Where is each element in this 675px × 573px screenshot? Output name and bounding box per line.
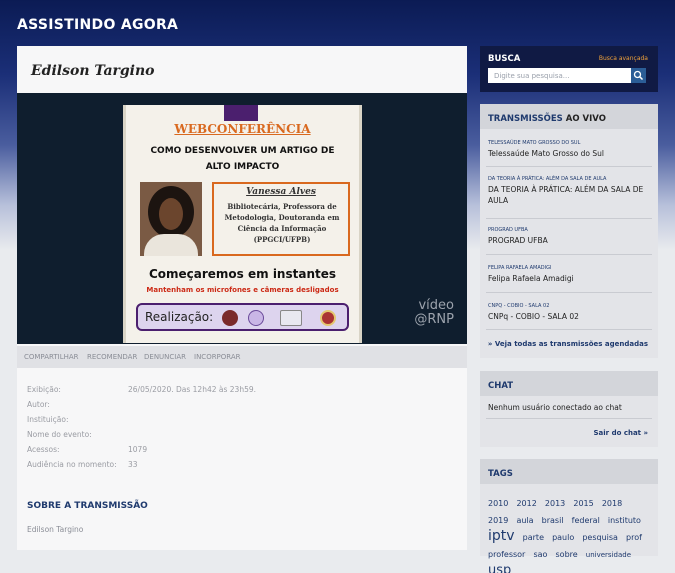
slide-tab — [224, 105, 258, 121]
transmission-channel: PROGRAD UFBA — [488, 227, 528, 233]
tags-panel: TAGS 2010 2012 2013 2015 2018 2019 aula … — [480, 459, 658, 573]
transmission-title[interactable]: CNPq - COBIO - SALA 02 — [488, 311, 653, 322]
detail-value: 26/05/2020. Das 12h42 às 23h59. — [128, 385, 256, 394]
tag-link[interactable]: instituto — [608, 516, 641, 525]
speaker-box: Vanessa Alves Bibliotecária, Professora … — [212, 182, 350, 256]
live-transmissions-panel: TRANSMISSÕES AO VIVO TELESSAÚDE MATO GRO… — [480, 104, 658, 358]
tag-link[interactable]: 2013 — [545, 499, 565, 508]
transmission-item[interactable]: PROGRAD UFBA PROGRAD UFBA — [488, 226, 653, 246]
chat-status: Nenhum usuário conectado ao chat — [488, 403, 622, 412]
detail-label: Acessos: — [27, 445, 60, 454]
divider — [486, 418, 652, 419]
tag-link[interactable]: aula — [516, 516, 533, 525]
tag-link[interactable]: usp — [488, 563, 511, 573]
transmission-title[interactable]: Telessaúde Mato Grosso do Sul — [488, 148, 653, 159]
tag-link[interactable]: 2019 — [488, 516, 508, 525]
ppgci-logo-icon — [248, 310, 264, 326]
chat-panel: CHAT Nenhum usuário conectado ao chat Sa… — [480, 371, 658, 447]
advanced-search-link[interactable]: Busca avançada — [599, 55, 648, 62]
tags-heading: TAGS — [480, 459, 658, 484]
video-title: Edilson Targino — [31, 63, 155, 79]
slide-start-text: Começaremos em instantes — [148, 267, 337, 281]
transmission-item[interactable]: CNPQ - COBIO - SALA 02 CNPq - COBIO - SA… — [488, 302, 653, 322]
tag-link[interactable]: federal — [572, 516, 600, 525]
exit-chat-link[interactable]: Sair do chat » — [594, 429, 648, 437]
video-slide: WEBCONFERÊNCIA COMO DESENVOLVER UM ARTIG… — [123, 105, 362, 343]
tag-link[interactable]: sao — [533, 550, 547, 559]
tag-link[interactable]: sobre — [556, 550, 578, 559]
transmission-channel: CNPQ - COBIO - SALA 02 — [488, 303, 550, 309]
search-heading: BUSCA — [488, 54, 521, 64]
divider — [486, 166, 652, 167]
video-player[interactable]: WEBCONFERÊNCIA COMO DESENVOLVER UM ARTIG… — [17, 93, 467, 344]
slide-webconf: WEBCONFERÊNCIA — [174, 122, 311, 136]
transmission-title[interactable]: PROGRAD UFBA — [488, 235, 653, 246]
detail-value: 33 — [128, 460, 138, 469]
speaker-photo — [140, 182, 202, 256]
divider — [486, 218, 652, 219]
transmission-item[interactable]: FELIPA RAFAELA AMADIGI Felipa Rafaela Am… — [488, 264, 653, 284]
tag-link[interactable]: paulo — [552, 533, 574, 542]
institution-logo-icon — [280, 310, 302, 326]
search-button[interactable] — [631, 68, 646, 83]
see-all-transmissions-link[interactable]: » Veja todas as transmissões agendadas — [488, 340, 648, 348]
tag-link[interactable]: parte — [523, 533, 544, 542]
chat-heading: CHAT — [480, 371, 658, 396]
transmission-title[interactable]: Felipa Rafaela Amadigi — [488, 273, 653, 284]
seal-logo-icon — [320, 310, 336, 326]
tag-link[interactable]: 2018 — [602, 499, 622, 508]
divider — [486, 254, 652, 255]
tag-link[interactable]: iptv — [488, 528, 515, 544]
tab-compartilhar[interactable]: COMPARTILHAR — [24, 353, 79, 361]
transmission-channel: TELESSAÚDE MATO GROSSO DO SUL — [488, 140, 581, 146]
speaker-description: Bibliotecária, Professora de Metodologia… — [224, 202, 340, 244]
sobre-text: Edilson Targino — [27, 525, 84, 534]
detail-label: Audiência no momento: — [27, 460, 117, 469]
tab-recomendar[interactable]: RECOMENDAR — [87, 353, 137, 361]
search-box: BUSCA Busca avançada — [480, 46, 658, 92]
transmission-channel: DA TEORIA À PRÁTICA: ALÉM DA SALA DE AUL… — [488, 176, 607, 182]
detail-label: Autor: — [27, 400, 50, 409]
detail-label: Nome do evento: — [27, 430, 92, 439]
divider — [486, 292, 652, 293]
sobre-heading: SOBRE A TRANSMISSÃO — [27, 501, 148, 511]
slide-mic-note: Mantenham os microfones e câmeras deslig… — [146, 286, 339, 294]
transmission-channel: FELIPA RAFAELA AMADIGI — [488, 265, 552, 271]
transmission-item[interactable]: DA TEORIA À PRÁTICA: ALÉM DA SALA DE AUL… — [488, 175, 653, 206]
tag-link[interactable]: brasil — [542, 516, 564, 525]
tag-link[interactable]: 2015 — [573, 499, 593, 508]
search-icon — [633, 70, 644, 81]
rnp-watermark: vídeo @RNP — [414, 298, 454, 327]
live-transmissions-heading: TRANSMISSÕES AO VIVO — [480, 104, 658, 129]
tab-denunciar[interactable]: DENUNCIAR — [144, 353, 186, 361]
transmission-item[interactable]: TELESSAÚDE MATO GROSSO DO SUL Telessaúde… — [488, 139, 653, 159]
transmission-title[interactable]: DA TEORIA À PRÁTICA: ALÉM DA SALA DE AUL… — [488, 184, 653, 206]
tag-cloud: 2010 2012 2013 2015 2018 2019 aula brasi… — [488, 494, 653, 573]
tag-link[interactable]: 2012 — [516, 499, 536, 508]
speaker-name: Vanessa Alves — [246, 187, 316, 197]
detail-label: Exibição: — [27, 385, 61, 394]
tag-link[interactable]: universidade — [586, 551, 631, 559]
tag-link[interactable]: pesquisa — [582, 533, 618, 542]
divider — [486, 329, 652, 330]
action-tabs: COMPARTILHAR RECOMENDAR DENUNCIAR INCORP… — [17, 346, 467, 368]
tag-link[interactable]: prof — [626, 533, 642, 542]
realizacao-label: Realização: — [145, 310, 214, 324]
detail-label: Instituição: — [27, 415, 69, 424]
tag-link[interactable]: 2010 — [488, 499, 508, 508]
ufpb-logo-icon — [222, 310, 238, 326]
slide-realizacao: Realização: — [136, 303, 349, 331]
slide-subtitle: COMO DESENVOLVER UM ARTIGO DE ALTO IMPAC… — [150, 146, 335, 172]
detail-value: 1079 — [128, 445, 148, 454]
search-input[interactable] — [488, 68, 631, 83]
tab-incorporar[interactable]: INCORPORAR — [194, 353, 241, 361]
tag-link[interactable]: professor — [488, 550, 525, 559]
main-content: Edilson Targino WEBCONFERÊNCIA COMO DESE… — [17, 46, 467, 550]
page-title: ASSISTINDO AGORA — [17, 17, 179, 33]
